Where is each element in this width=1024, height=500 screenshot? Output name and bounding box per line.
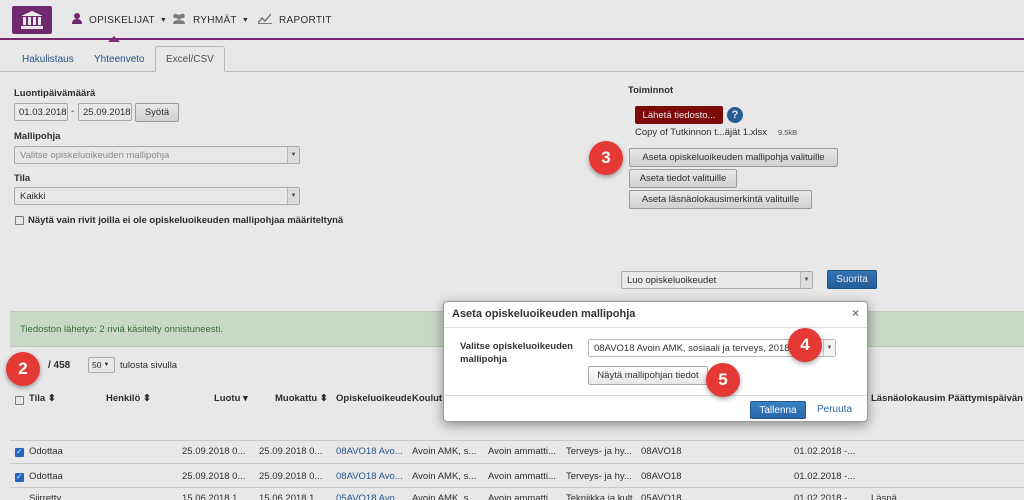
save-button[interactable]: Tallenna	[750, 401, 806, 419]
callout-badge-5: 5	[706, 363, 740, 397]
chevron-down-icon: ▼	[823, 340, 835, 356]
modal-footer: Tallenna Peruuta	[444, 395, 867, 422]
close-icon[interactable]: ×	[852, 306, 859, 320]
callout-badge-2: 2	[6, 352, 40, 386]
cancel-link[interactable]: Peruuta	[817, 404, 852, 415]
callout-badge-3: 3	[589, 141, 623, 175]
show-template-info-button[interactable]: Näytä mallipohjan tiedot	[588, 366, 708, 385]
callout-badge-4: 4	[788, 328, 822, 362]
modal-field-label: Valitse opiskeluoikeuden mallipohja	[460, 341, 573, 365]
modal-backdrop[interactable]	[0, 0, 1024, 500]
modal-title: Aseta opiskeluoikeuden mallipohja	[444, 302, 867, 328]
